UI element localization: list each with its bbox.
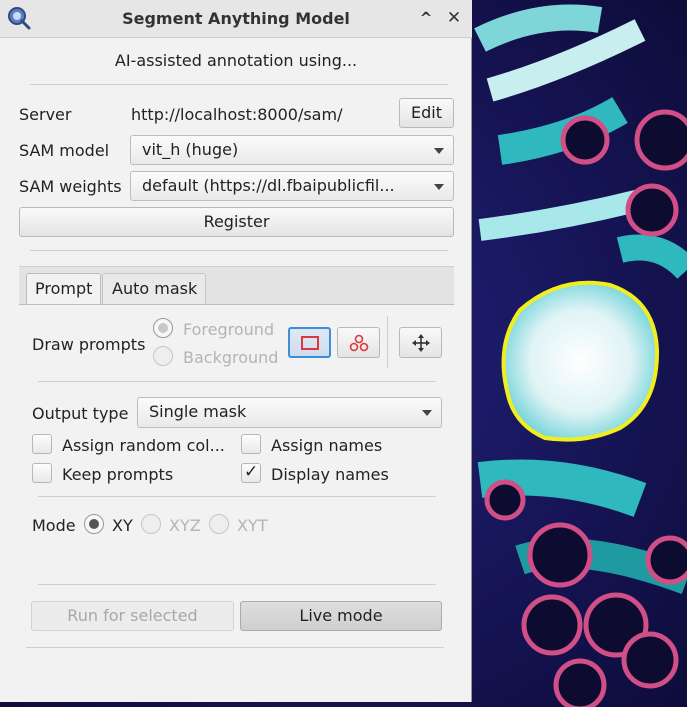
server-url: http://localhost:8000/sam/: [131, 105, 343, 124]
edit-button[interactable]: Edit: [399, 98, 454, 128]
assign-random-colors-label: Assign random col...: [62, 436, 225, 455]
sam-weights-label: SAM weights: [19, 177, 122, 196]
points-tool-button[interactable]: [337, 327, 380, 358]
background-radio[interactable]: [153, 346, 173, 366]
divider: [30, 84, 448, 85]
title-bar: Segment Anything Model ^ ✕: [0, 0, 472, 38]
checkmark-icon: ✓: [244, 462, 259, 482]
output-type-select[interactable]: Single mask: [137, 397, 442, 428]
mode-xyt-radio[interactable]: [209, 514, 229, 534]
live-mode-button[interactable]: Live mode: [240, 601, 442, 631]
rectangle-tool-button[interactable]: [288, 327, 331, 358]
move-icon: [412, 334, 430, 352]
subtitle: AI-assisted annotation using...: [114, 51, 358, 70]
sam-dialog: Segment Anything Model ^ ✕ AI-assisted a…: [0, 0, 472, 702]
sam-model-select[interactable]: vit_h (huge): [130, 135, 454, 165]
divider: [30, 250, 448, 251]
tab-prompt-label: Prompt: [35, 279, 93, 298]
display-names-label: Display names: [271, 465, 389, 484]
server-label: Server: [19, 105, 72, 124]
points-icon: [349, 334, 369, 352]
sam-weights-value: default (https://dl.fbaipublicfil...: [142, 176, 395, 195]
tab-prompt[interactable]: Prompt: [26, 273, 101, 304]
sam-model-value: vit_h (huge): [142, 140, 239, 159]
mode-xyt-label: XYT: [237, 516, 268, 535]
chevron-down-icon: [422, 410, 432, 416]
display-names-checkbox[interactable]: ✓: [241, 462, 261, 483]
mode-xyz-label: XYZ: [169, 516, 201, 535]
tab-auto-mask-label: Auto mask: [112, 279, 198, 298]
divider: [26, 647, 444, 648]
mode-xy-label: XY: [112, 516, 133, 535]
run-for-selected-button[interactable]: Run for selected: [31, 601, 234, 631]
draw-prompts-label: Draw prompts: [32, 335, 146, 354]
close-button[interactable]: ✕: [444, 8, 464, 28]
divider: [38, 496, 436, 497]
foreground-label: Foreground: [183, 320, 275, 339]
divider: [38, 584, 436, 585]
rectangle-icon: [301, 336, 319, 350]
window-title: Segment Anything Model: [122, 9, 350, 28]
keep-prompts-label: Keep prompts: [62, 465, 174, 484]
background-label: Background: [183, 348, 279, 367]
chevron-down-icon: [434, 184, 444, 190]
register-button[interactable]: Register: [19, 207, 454, 237]
chevron-down-icon: [434, 148, 444, 154]
foreground-radio[interactable]: [153, 318, 173, 338]
assign-names-checkbox[interactable]: [241, 434, 261, 454]
tool-separator: [387, 316, 388, 368]
tab-strip-border: [19, 304, 454, 305]
sam-model-label: SAM model: [19, 141, 110, 160]
output-type-value: Single mask: [149, 402, 247, 421]
assign-names-label: Assign names: [271, 436, 383, 455]
keep-prompts-checkbox[interactable]: [32, 463, 52, 483]
tab-auto-mask[interactable]: Auto mask: [102, 273, 206, 304]
mode-xy-radio[interactable]: [84, 514, 104, 534]
move-tool-button[interactable]: [399, 327, 442, 358]
output-type-label: Output type: [32, 404, 129, 423]
mode-xyz-radio[interactable]: [141, 514, 161, 534]
sam-weights-select[interactable]: default (https://dl.fbaipublicfil...: [130, 171, 454, 201]
collapse-button[interactable]: ^: [416, 8, 436, 28]
assign-random-colors-checkbox[interactable]: [32, 434, 52, 454]
mode-label: Mode: [32, 516, 76, 535]
divider: [38, 381, 436, 382]
